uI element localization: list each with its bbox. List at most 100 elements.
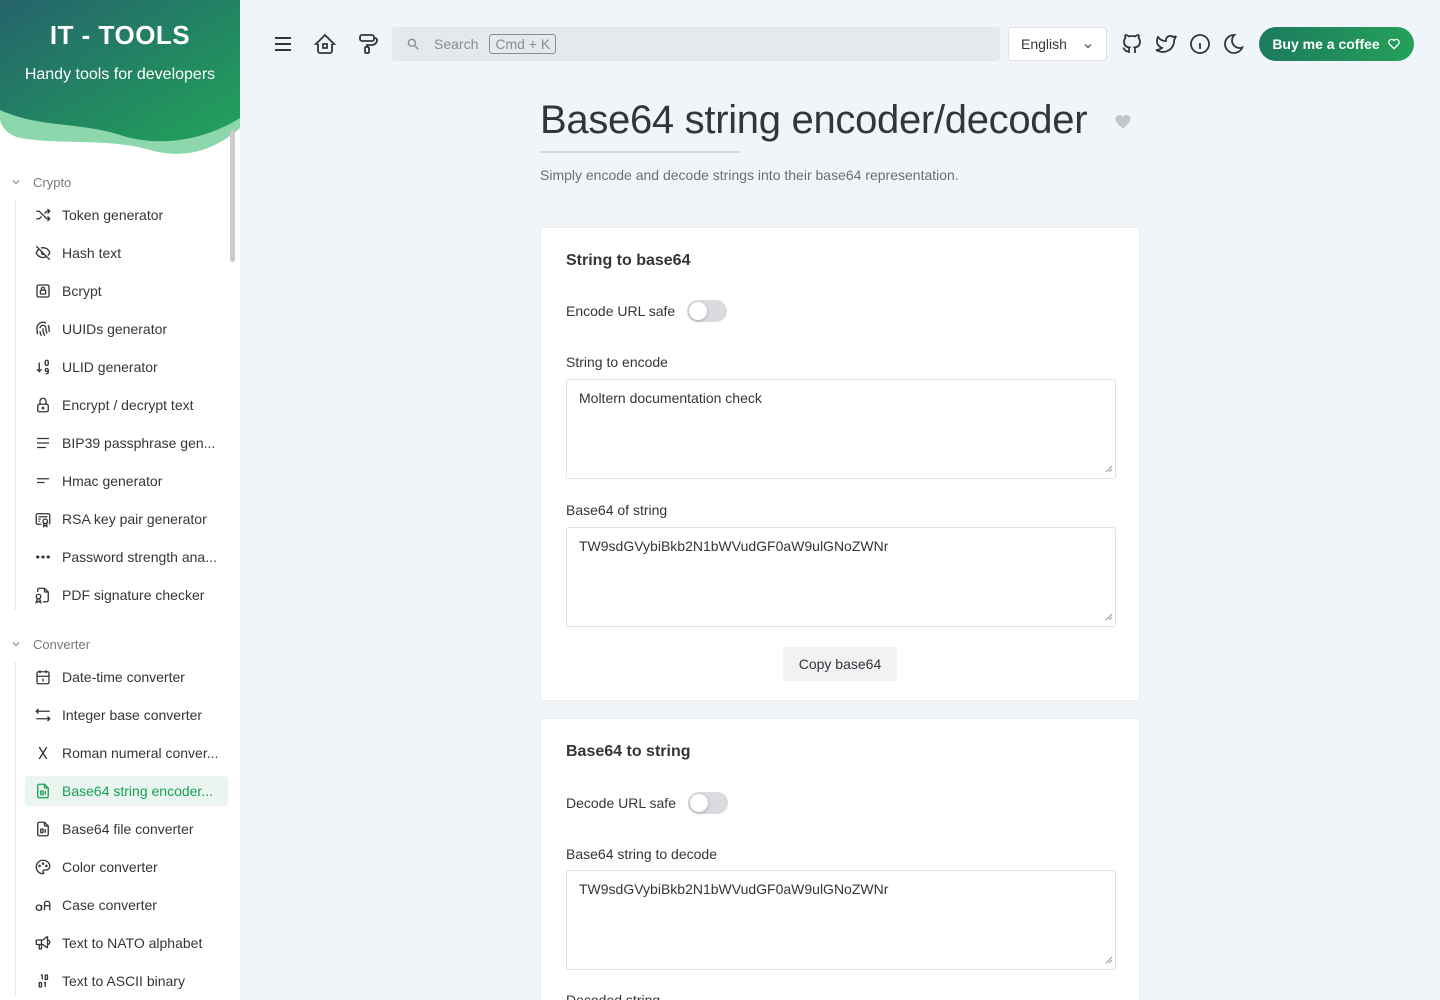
brush-icon[interactable] xyxy=(353,30,381,58)
file-digit-icon xyxy=(34,782,52,800)
string-to-encode-input[interactable]: Moltern documentation check xyxy=(566,379,1116,479)
sidebar-item-label: ULID generator xyxy=(62,359,158,375)
base64-string-to-decode-value: TW9sdGVybiBkb2N1bWVudGF0aW9ulGNoZWNr xyxy=(579,881,889,897)
toggle-knob xyxy=(689,794,708,812)
sidebar-item-token-generator[interactable]: Token generator xyxy=(25,200,228,230)
sidebar-item-date-time-converter[interactable]: Date-time converter xyxy=(25,662,228,692)
decoded-string-label: Decoded string xyxy=(566,992,661,1000)
sidebar-item-label: Base64 string encoder... xyxy=(62,783,213,799)
sidebar-item-hmac-generator[interactable]: Hmac generator xyxy=(25,466,228,496)
base64-to-string-card: Base64 to string Decode URL safe Base64 … xyxy=(540,718,1140,1000)
card-title: Base64 to string xyxy=(566,743,691,760)
twitter-icon[interactable] xyxy=(1152,30,1180,58)
password-icon xyxy=(34,548,52,566)
chevron-down-icon xyxy=(10,176,22,188)
sidebar-item-label: Encrypt / decrypt text xyxy=(62,397,194,413)
sidebar-item-color-converter[interactable]: Color converter xyxy=(25,852,228,882)
sidebar-group-crypto: Crypto Token generator Hash text Bcrypt … xyxy=(0,170,240,618)
sidebar-item-password-strength[interactable]: Password strength ana... xyxy=(25,542,228,572)
coffee-button-label: Buy me a coffee xyxy=(1272,36,1380,52)
sidebar-item-nato-alphabet[interactable]: Text to NATO alphabet xyxy=(25,928,228,958)
encode-url-safe-toggle[interactable] xyxy=(687,300,728,322)
align-justified-icon xyxy=(34,434,52,452)
decode-url-safe-label: Decode URL safe xyxy=(566,795,676,811)
sidebar-item-label: Hash text xyxy=(62,245,122,261)
encode-url-safe-row: Encode URL safe xyxy=(566,300,728,322)
chevron-down-icon xyxy=(10,638,22,650)
lock-icon xyxy=(34,396,52,414)
base64-string-to-decode-input[interactable]: TW9sdGVybiBkb2N1bWVudGF0aW9ulGNoZWNr xyxy=(566,870,1116,970)
sidebar-item-case-converter[interactable]: Case converter xyxy=(25,890,228,920)
sidebar-item-label: Text to ASCII binary xyxy=(62,973,185,989)
sidebar-item-bip39[interactable]: BIP39 passphrase gen... xyxy=(25,428,228,458)
sidebar-item-roman-numeral[interactable]: Roman numeral conver... xyxy=(25,738,228,768)
sidebar-item-base64-file[interactable]: Base64 file converter xyxy=(25,814,228,844)
language-select[interactable]: English xyxy=(1008,27,1107,61)
search-bar[interactable]: Search Cmd + K xyxy=(392,27,1000,61)
fingerprint-icon xyxy=(34,320,52,338)
sort-numeric-icon xyxy=(34,358,52,376)
sidebar-item-base64-string[interactable]: Base64 string encoder... xyxy=(25,776,228,806)
arrows-left-right-icon xyxy=(34,706,52,724)
sidebar-item-bcrypt[interactable]: Bcrypt xyxy=(25,276,228,306)
search-shortcut-badge: Cmd + K xyxy=(489,34,557,54)
sidebar-item-label: Bcrypt xyxy=(62,283,102,299)
sidebar-item-ulid-generator[interactable]: ULID generator xyxy=(25,352,228,382)
sidebar-item-label: RSA key pair generator xyxy=(62,511,207,527)
speakerphone-icon xyxy=(34,934,52,952)
heart-icon xyxy=(1387,37,1401,51)
favorite-heart-icon[interactable] xyxy=(1114,113,1132,136)
resize-handle-icon[interactable] xyxy=(1105,608,1113,624)
toggle-knob xyxy=(689,302,708,320)
sidebar-item-integer-base-converter[interactable]: Integer base converter xyxy=(25,700,228,730)
sidebar-item-encrypt-decrypt[interactable]: Encrypt / decrypt text xyxy=(25,390,228,420)
sidebar-group-converter: Converter Date-time converter Integer ba… xyxy=(0,632,240,1000)
resize-handle-icon[interactable] xyxy=(1105,460,1113,476)
base64-of-string-label: Base64 of string xyxy=(566,502,668,518)
sidebar-item-label: BIP39 passphrase gen... xyxy=(62,435,216,451)
string-to-encode-label: String to encode xyxy=(566,354,668,370)
string-to-base64-card: String to base64 Encode URL safe String … xyxy=(540,227,1140,701)
sidebar-item-pdf-signature[interactable]: PDF signature checker xyxy=(25,580,228,610)
moon-icon[interactable] xyxy=(1220,30,1248,58)
title-underline xyxy=(540,151,740,153)
page-description: Simply encode and decode strings into th… xyxy=(540,167,959,183)
eye-off-icon xyxy=(34,244,52,262)
chevron-down-icon xyxy=(1082,39,1094,55)
home-icon[interactable] xyxy=(311,30,339,58)
sidebar-group-header[interactable]: Crypto xyxy=(0,170,240,194)
sidebar-item-ascii-binary[interactable]: Text to ASCII binary xyxy=(25,966,228,996)
sidebar-group-label: Crypto xyxy=(33,174,72,190)
sidebar-item-label: Token generator xyxy=(62,207,164,223)
certificate-icon xyxy=(34,510,52,528)
sidebar-item-label: Case converter xyxy=(62,897,157,913)
resize-handle-icon[interactable] xyxy=(1105,951,1113,967)
search-placeholder: Search xyxy=(434,36,479,52)
palette-icon xyxy=(34,858,52,876)
sidebar-item-label: Hmac generator xyxy=(62,473,163,489)
sidebar-item-label: Password strength ana... xyxy=(62,549,217,565)
file-digit-icon xyxy=(34,820,52,838)
letter-case-icon xyxy=(34,896,52,914)
lock-square-icon xyxy=(34,282,52,300)
letter-x-icon xyxy=(34,744,52,762)
string-to-encode-value: Moltern documentation check xyxy=(579,390,762,406)
brand-header[interactable]: IT - TOOLS Handy tools for developers xyxy=(0,0,240,160)
copy-base64-button[interactable]: Copy base64 xyxy=(783,647,897,681)
brand-title: IT - TOOLS xyxy=(49,20,191,50)
buy-me-a-coffee-button[interactable]: Buy me a coffee xyxy=(1259,27,1414,61)
github-icon[interactable] xyxy=(1118,30,1146,58)
sidebar-group-header[interactable]: Converter xyxy=(0,632,240,656)
top-bar: Search Cmd + K English Buy me a coffee xyxy=(240,0,1440,88)
menu-icon[interactable] xyxy=(269,30,297,58)
sidebar-item-label: Roman numeral conver... xyxy=(62,745,219,761)
sidebar-item-rsa-key-pair[interactable]: RSA key pair generator xyxy=(25,504,228,534)
sidebar-item-label: Base64 file converter xyxy=(62,821,194,837)
sidebar-item-uuids-generator[interactable]: UUIDs generator xyxy=(25,314,228,344)
decode-url-safe-toggle[interactable] xyxy=(687,792,728,814)
decode-url-safe-row: Decode URL safe xyxy=(566,792,728,814)
sidebar-item-hash-text[interactable]: Hash text xyxy=(25,238,228,268)
base64-of-string-output[interactable]: TW9sdGVybiBkb2N1bWVudGF0aW9ulGNoZWNr xyxy=(566,527,1116,627)
sidebar-group-label: Converter xyxy=(33,636,91,652)
info-circle-icon[interactable] xyxy=(1186,30,1214,58)
